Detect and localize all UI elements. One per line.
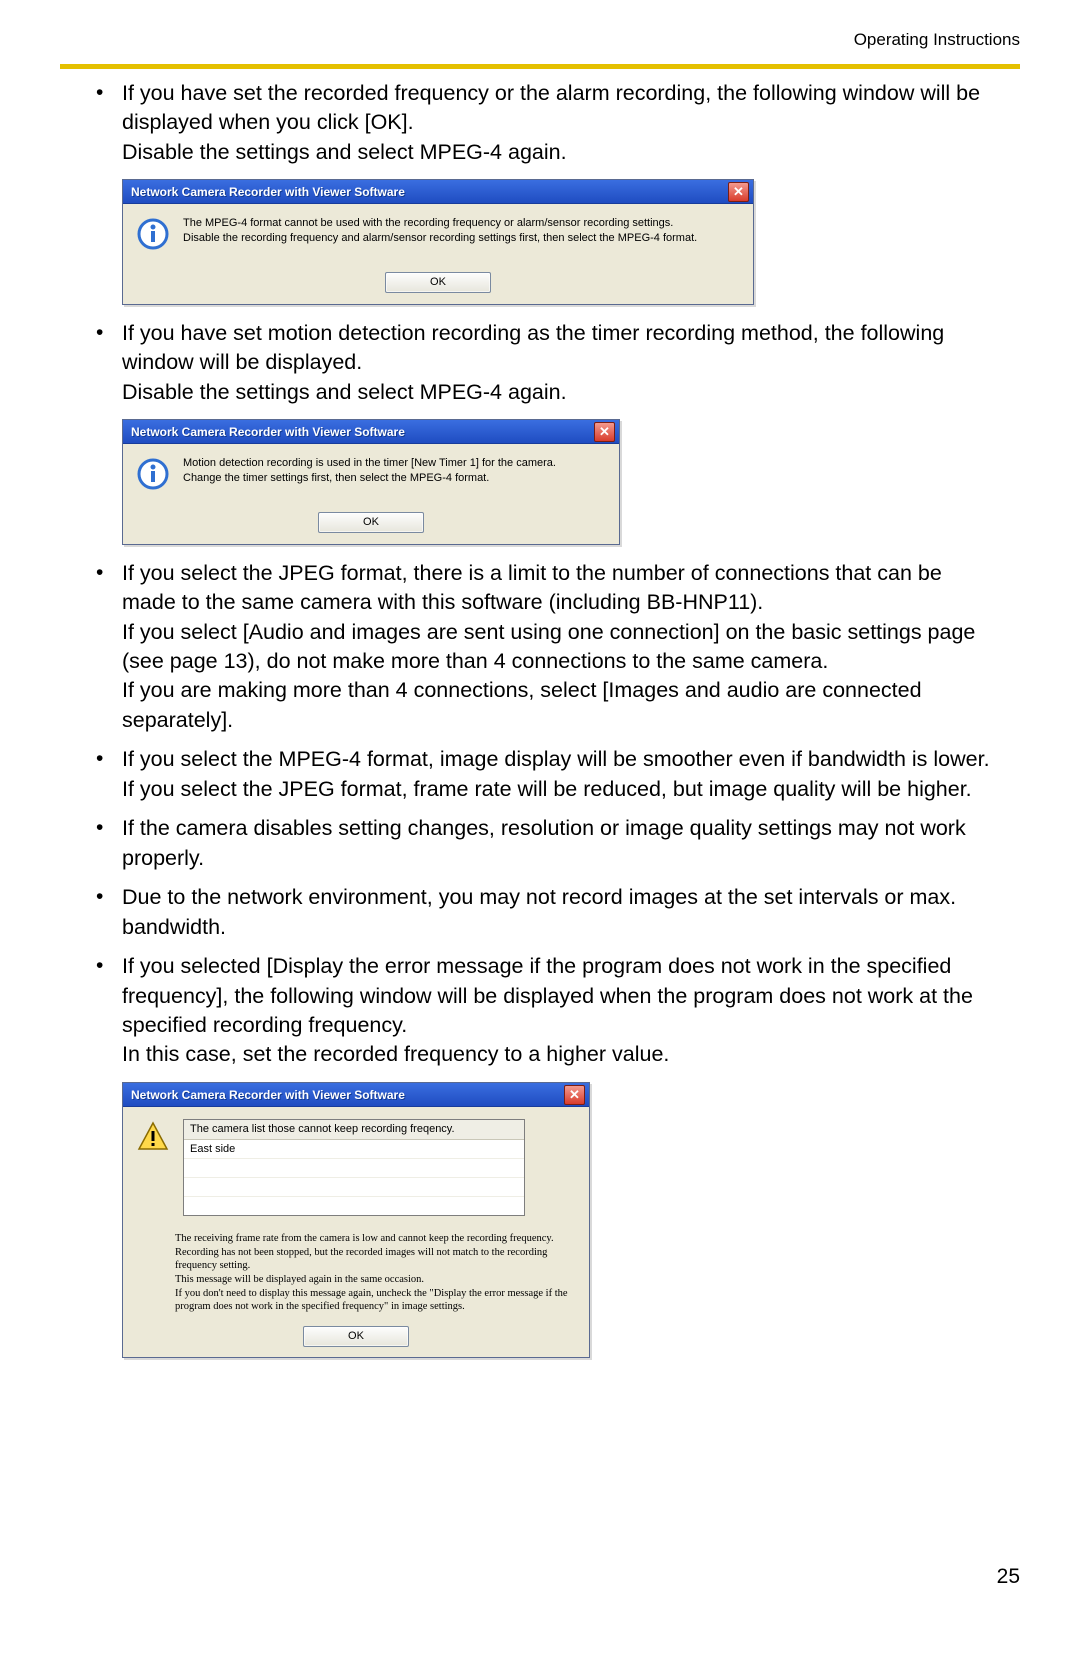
info-icon [137,458,169,490]
bullet-item: If you have set motion detection recordi… [86,319,994,545]
bullet-item: If you have set the recorded frequency o… [86,79,994,305]
dialog-note: This message will be displayed again in … [175,1273,577,1287]
bullet-item: If you select the MPEG-4 format, image d… [86,745,994,804]
ok-button[interactable]: OK [318,512,424,533]
ok-button[interactable]: OK [385,272,491,293]
bullet-item: If you selected [Display the error messa… [86,952,994,1358]
body-text: If you select the MPEG-4 format, image d… [122,745,994,774]
list-header: The camera list those cannot keep record… [184,1120,524,1140]
ok-button[interactable]: OK [303,1326,409,1347]
warning-icon [137,1121,169,1153]
dialog-error-list: Network Camera Recorder with Viewer Soft… [122,1082,590,1358]
list-item [184,1197,524,1215]
list-item [184,1178,524,1197]
list-item[interactable]: East side [184,1140,524,1159]
info-icon [137,218,169,250]
body-text: If you select [Audio and images are sent… [122,618,994,677]
camera-listbox[interactable]: The camera list those cannot keep record… [183,1119,525,1216]
dialog-titlebar: Network Camera Recorder with Viewer Soft… [123,1083,589,1107]
dialog-message: Disable the recording frequency and alar… [183,231,697,246]
page-content: If you have set the recorded frequency o… [60,75,1020,1358]
body-text: If you are making more than 4 connection… [122,676,994,735]
list-item [184,1159,524,1178]
body-text: If you have set the recorded frequency o… [122,79,994,138]
body-text: If you select the JPEG format, frame rat… [122,775,994,804]
dialog-mpeg4-freq: Network Camera Recorder with Viewer Soft… [122,179,754,304]
dialog-note: The receiving frame rate from the camera… [175,1232,577,1246]
dialog-message: The MPEG-4 format cannot be used with th… [183,216,697,231]
close-icon[interactable]: ✕ [564,1085,585,1105]
body-text: Disable the settings and select MPEG-4 a… [122,378,994,407]
dialog-title: Network Camera Recorder with Viewer Soft… [131,424,594,440]
dialog-note: If you don't need to display this messag… [175,1287,577,1314]
bullet-item: Due to the network environment, you may … [86,883,994,942]
running-header: Operating Instructions [60,30,1020,50]
close-icon[interactable]: ✕ [728,182,749,202]
dialog-title: Network Camera Recorder with Viewer Soft… [131,1087,564,1103]
body-text: If you select the JPEG format, there is … [122,559,994,618]
page-number: 25 [997,1565,1020,1589]
header-rule [60,64,1020,69]
dialog-message: Change the timer settings first, then se… [183,471,556,486]
body-text: If you selected [Display the error messa… [122,952,994,1040]
body-text: If you have set motion detection recordi… [122,319,994,378]
dialog-titlebar: Network Camera Recorder with Viewer Soft… [123,180,753,204]
dialog-motion-detection: Network Camera Recorder with Viewer Soft… [122,419,620,544]
body-text: In this case, set the recorded frequency… [122,1040,994,1069]
body-text: If the camera disables setting changes, … [122,814,994,873]
dialog-titlebar: Network Camera Recorder with Viewer Soft… [123,420,619,444]
bullet-item: If the camera disables setting changes, … [86,814,994,873]
close-icon[interactable]: ✕ [594,422,615,442]
dialog-message: Motion detection recording is used in th… [183,456,556,471]
body-text: Due to the network environment, you may … [122,883,994,942]
body-text: Disable the settings and select MPEG-4 a… [122,138,994,167]
dialog-title: Network Camera Recorder with Viewer Soft… [131,184,728,200]
dialog-note: Recording has not been stopped, but the … [175,1246,577,1273]
bullet-item: If you select the JPEG format, there is … [86,559,994,736]
